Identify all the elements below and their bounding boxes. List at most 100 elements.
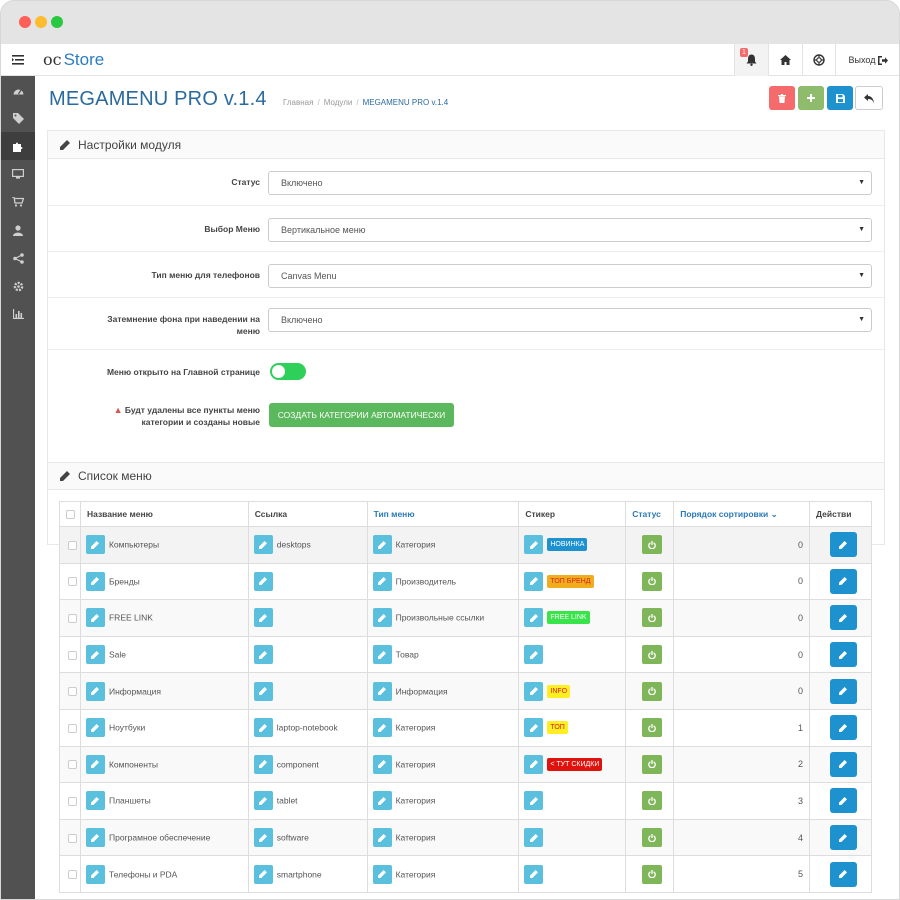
edit-row-button[interactable]	[829, 642, 857, 668]
status-toggle-button[interactable]	[642, 608, 663, 628]
col-status[interactable]: Статус	[625, 501, 675, 527]
user-icon[interactable]	[1, 216, 35, 244]
dim-background-select[interactable]: Включено ▼	[268, 308, 872, 332]
edit-row-button[interactable]	[829, 788, 857, 814]
edit-type-button[interactable]	[372, 681, 392, 701]
edit-type-button[interactable]	[372, 828, 392, 848]
edit-link-button[interactable]	[253, 535, 273, 555]
row-checkbox[interactable]	[59, 708, 81, 747]
col-sort[interactable]: Порядок сортировки ⌄	[673, 501, 811, 527]
edit-row-button[interactable]	[829, 605, 857, 631]
dashboard-icon[interactable]	[1, 76, 35, 104]
edit-name-button[interactable]	[85, 754, 105, 774]
notifications-button[interactable]: 1	[734, 44, 768, 76]
edit-link-button[interactable]	[253, 608, 273, 628]
edit-name-button[interactable]	[85, 608, 105, 628]
open-home-toggle[interactable]	[270, 363, 306, 380]
edit-name-button[interactable]	[85, 864, 105, 884]
edit-link-button[interactable]	[253, 754, 273, 774]
select-all-checkbox[interactable]	[59, 501, 81, 527]
edit-name-button[interactable]	[85, 645, 105, 665]
edit-name-button[interactable]	[85, 571, 105, 591]
share-icon[interactable]	[1, 244, 35, 272]
edit-sticker-button[interactable]	[524, 791, 544, 811]
gear-icon[interactable]	[1, 272, 35, 300]
edit-type-button[interactable]	[372, 608, 392, 628]
phone-menu-select[interactable]: Canvas Menu ▼	[268, 264, 872, 288]
status-toggle-button[interactable]	[642, 791, 663, 811]
edit-type-button[interactable]	[372, 571, 392, 591]
row-checkbox[interactable]	[59, 599, 81, 637]
edit-type-button[interactable]	[372, 718, 392, 738]
edit-row-button[interactable]	[829, 751, 857, 777]
edit-name-button[interactable]	[85, 718, 105, 738]
edit-link-button[interactable]	[253, 791, 273, 811]
col-type[interactable]: Тип меню	[366, 501, 520, 527]
edit-link-button[interactable]	[253, 864, 273, 884]
edit-name-button[interactable]	[85, 828, 105, 848]
status-toggle-button[interactable]	[642, 571, 663, 591]
edit-name-button[interactable]	[85, 791, 105, 811]
row-checkbox[interactable]	[59, 818, 81, 857]
edit-sticker-button[interactable]	[524, 828, 544, 848]
edit-row-button[interactable]	[829, 532, 857, 558]
row-checkbox[interactable]	[59, 782, 81, 820]
edit-name-button[interactable]	[85, 681, 105, 701]
minimize-window-button[interactable]	[35, 16, 47, 28]
edit-sticker-button[interactable]	[524, 608, 544, 628]
puzzle-icon[interactable]	[1, 132, 35, 160]
edit-link-button[interactable]	[253, 681, 273, 701]
row-checkbox[interactable]	[59, 745, 81, 784]
edit-sticker-button[interactable]	[524, 645, 544, 665]
row-checkbox[interactable]	[59, 562, 81, 601]
edit-row-button[interactable]	[829, 861, 857, 887]
edit-name-button[interactable]	[85, 535, 105, 555]
row-checkbox[interactable]	[59, 855, 81, 893]
breadcrumb-modules[interactable]: Модули	[324, 98, 353, 107]
edit-sticker-button[interactable]	[524, 754, 544, 774]
edit-row-button[interactable]	[829, 715, 857, 741]
desktop-icon[interactable]	[1, 160, 35, 188]
breadcrumb-home[interactable]: Главная	[283, 98, 313, 107]
logo[interactable]: oc Store	[43, 50, 104, 70]
close-window-button[interactable]	[19, 16, 31, 28]
logout-button[interactable]: Выход	[835, 44, 899, 76]
edit-type-button[interactable]	[372, 645, 392, 665]
save-button[interactable]	[827, 86, 853, 110]
breadcrumb-current[interactable]: MEGAMENU PRO v.1.4	[363, 98, 449, 107]
status-toggle-button[interactable]	[642, 681, 663, 701]
maximize-window-button[interactable]	[51, 16, 63, 28]
edit-sticker-button[interactable]	[524, 718, 544, 738]
cart-icon[interactable]	[1, 188, 35, 216]
edit-row-button[interactable]	[829, 678, 857, 704]
edit-type-button[interactable]	[372, 754, 392, 774]
edit-link-button[interactable]	[253, 645, 273, 665]
status-toggle-button[interactable]	[642, 535, 663, 555]
edit-link-button[interactable]	[253, 571, 273, 591]
edit-type-button[interactable]	[372, 535, 392, 555]
create-categories-button[interactable]: СОЗДАТЬ КАТЕГОРИИ АВТОМАТИЧЕСКИ	[269, 403, 454, 427]
row-checkbox[interactable]	[59, 526, 81, 564]
tags-icon[interactable]	[1, 104, 35, 132]
bar-chart-icon[interactable]	[1, 300, 35, 328]
edit-type-button[interactable]	[372, 791, 392, 811]
help-button[interactable]	[802, 44, 835, 76]
row-checkbox[interactable]	[59, 672, 81, 710]
status-toggle-button[interactable]	[642, 718, 663, 738]
edit-sticker-button[interactable]	[524, 535, 544, 555]
menu-choice-select[interactable]: Вертикальное меню ▼	[268, 218, 872, 242]
status-toggle-button[interactable]	[642, 645, 663, 665]
status-toggle-button[interactable]	[642, 828, 663, 848]
add-button[interactable]	[798, 86, 824, 110]
back-button[interactable]	[855, 86, 883, 110]
edit-link-button[interactable]	[253, 828, 273, 848]
edit-sticker-button[interactable]	[524, 864, 544, 884]
delete-button[interactable]	[769, 86, 795, 110]
menu-toggle-icon[interactable]	[1, 44, 35, 76]
edit-link-button[interactable]	[253, 718, 273, 738]
edit-type-button[interactable]	[372, 864, 392, 884]
edit-row-button[interactable]	[829, 568, 857, 594]
status-select[interactable]: Включено ▼	[268, 171, 872, 195]
home-button[interactable]	[768, 44, 802, 76]
status-toggle-button[interactable]	[642, 864, 663, 884]
